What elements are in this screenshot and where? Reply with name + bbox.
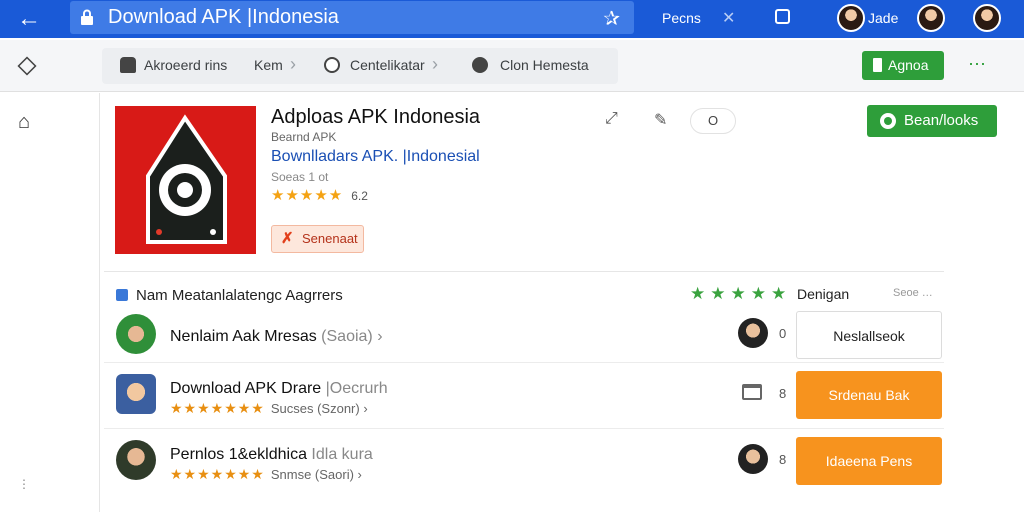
section-label[interactable]: Denigan [797, 286, 849, 302]
list-item-count: 0 [779, 326, 787, 341]
list-item[interactable]: Download APK Drare |Oecrurh ★★★★★★★ Sucse… [104, 366, 944, 432]
avatar [738, 444, 768, 474]
breadcrumb-item[interactable]: Akroeerd rins [144, 57, 227, 73]
chevron-right-icon: › [290, 54, 296, 74]
divider [104, 362, 944, 363]
url-text: Download APK |Indonesia [108, 6, 339, 28]
section-stars: ★★★★★ [690, 284, 792, 303]
app-meta: Soeas 1 ot [271, 170, 329, 184]
status-badge[interactable]: ✗ Senenaat [271, 225, 364, 253]
address-bar[interactable]: Download APK |Indonesia ✰ [70, 1, 634, 34]
edit-icon[interactable]: ✎ [654, 110, 667, 130]
bookmark-star-icon[interactable]: ✰ [603, 6, 620, 31]
section-more[interactable]: Seoe … [893, 287, 933, 299]
app-logo-icon [146, 114, 227, 244]
avatar [116, 440, 156, 480]
avatar [116, 374, 156, 414]
close-icon[interactable]: ✕ [722, 8, 735, 28]
section-title: Nam Meatanlalatengc Aagrrers [136, 287, 343, 304]
share-icon[interactable]: ⋯ [968, 54, 986, 75]
home-icon[interactable]: ⌂ [18, 111, 30, 134]
app-icon [115, 106, 256, 254]
breadcrumb: Akroeerd rins Kem › Centelikatar › Clon … [102, 48, 618, 84]
pen-icon [320, 53, 344, 77]
pill-label: O [707, 113, 719, 128]
install-button[interactable]: Neslallseok [796, 311, 942, 359]
avatar[interactable] [837, 4, 865, 32]
avatar [116, 314, 156, 354]
document-icon [873, 58, 882, 72]
pill-button[interactable]: O [690, 108, 736, 134]
star-icons: ★★★★★★★ [170, 466, 265, 482]
user-name[interactable]: Jade [868, 10, 898, 26]
badge-label: Senenaat [302, 231, 358, 246]
list-item-count: 8 [779, 452, 787, 467]
divider [104, 271, 944, 272]
divider [104, 428, 944, 429]
app-subtitle: Bearnd APK [271, 130, 337, 144]
rating-stars: ★★★★★ 6.2 [271, 186, 368, 204]
back-arrow-icon[interactable]: ← [16, 6, 42, 32]
cart-icon[interactable] [742, 384, 762, 400]
more-icon[interactable]: ⋮ [18, 477, 30, 491]
list-item-rating: ★★★★★★★ Snmse (Saori) › [170, 466, 362, 483]
app-link[interactable]: Bownlladars APK. |Indonesial [271, 148, 480, 166]
star-icons: ★★★★★ [271, 187, 344, 204]
sidebar: ⌂ ⋮ [0, 93, 100, 512]
avatar[interactable] [973, 4, 1001, 32]
diamond-icon[interactable] [17, 56, 37, 76]
shuffle-icon[interactable]: ⤢ [605, 110, 618, 128]
breadcrumb-item[interactable]: Centelikatar [350, 57, 425, 73]
avatar[interactable] [917, 4, 945, 32]
download-button[interactable]: Bean/looks [867, 105, 997, 137]
list-item-meta: Snmse (Saori) › [270, 467, 362, 482]
download-item-button[interactable]: Srdenau Bak [796, 371, 942, 419]
app-title: Adploas APK Indonesia [271, 106, 481, 128]
list-item-count: 8 [779, 386, 787, 401]
list-item[interactable]: Pernlos 1&ekldhica Idla kura ★★★★★★★ Snms… [104, 432, 944, 498]
browser-top-bar: ← Download APK |Indonesia ✰ Pecns ✕ Jade [0, 0, 1024, 38]
list-item-title: Download APK Drare |Oecrurh [170, 380, 388, 398]
primary-action-label: Agnoa [888, 57, 929, 73]
list-item-meta: Sucses (Szonr) › [270, 401, 368, 416]
list-item-name: Download APK Drare [170, 380, 322, 397]
toolbar: Akroeerd rins Kem › Centelikatar › Clon … [0, 40, 1024, 92]
breadcrumb-item[interactable]: Kem [254, 57, 283, 73]
list-item-rating: ★★★★★★★ Sucses (Szonr) › [170, 400, 368, 417]
list-item-suffix: (Saoia) › [321, 328, 383, 345]
list-item-title: Nenlaim Aak Mresas (Saoia) › [170, 328, 383, 346]
avatar [738, 318, 768, 348]
list-item-suffix: Idla kura [311, 446, 373, 463]
breadcrumb-item[interactable]: Clon Hemesta [500, 57, 589, 73]
lock-icon [81, 9, 93, 25]
window-icon[interactable] [775, 9, 790, 24]
section-icon [116, 289, 128, 301]
lock-icon [120, 57, 136, 73]
list-item-name: Nenlaim Aak Mresas [170, 328, 317, 345]
primary-action-button[interactable]: Agnoa [862, 51, 944, 80]
gear-icon [880, 113, 896, 129]
list-item-title: Pernlos 1&ekldhica Idla kura [170, 446, 373, 464]
list-item-name: Pernlos 1&ekldhica [170, 446, 307, 463]
list-item-suffix: |Oecrurh [325, 380, 388, 397]
star-icons: ★★★★★★★ [170, 400, 265, 416]
badge-icon: ✗ [281, 230, 294, 247]
gear-icon [472, 57, 488, 73]
chevron-right-icon: › [432, 54, 438, 74]
download-item-button[interactable]: Idaeena Pens [796, 437, 942, 485]
download-button-label: Bean/looks [904, 112, 979, 129]
top-link[interactable]: Pecns [662, 10, 701, 26]
rating-count: 6.2 [351, 189, 368, 203]
